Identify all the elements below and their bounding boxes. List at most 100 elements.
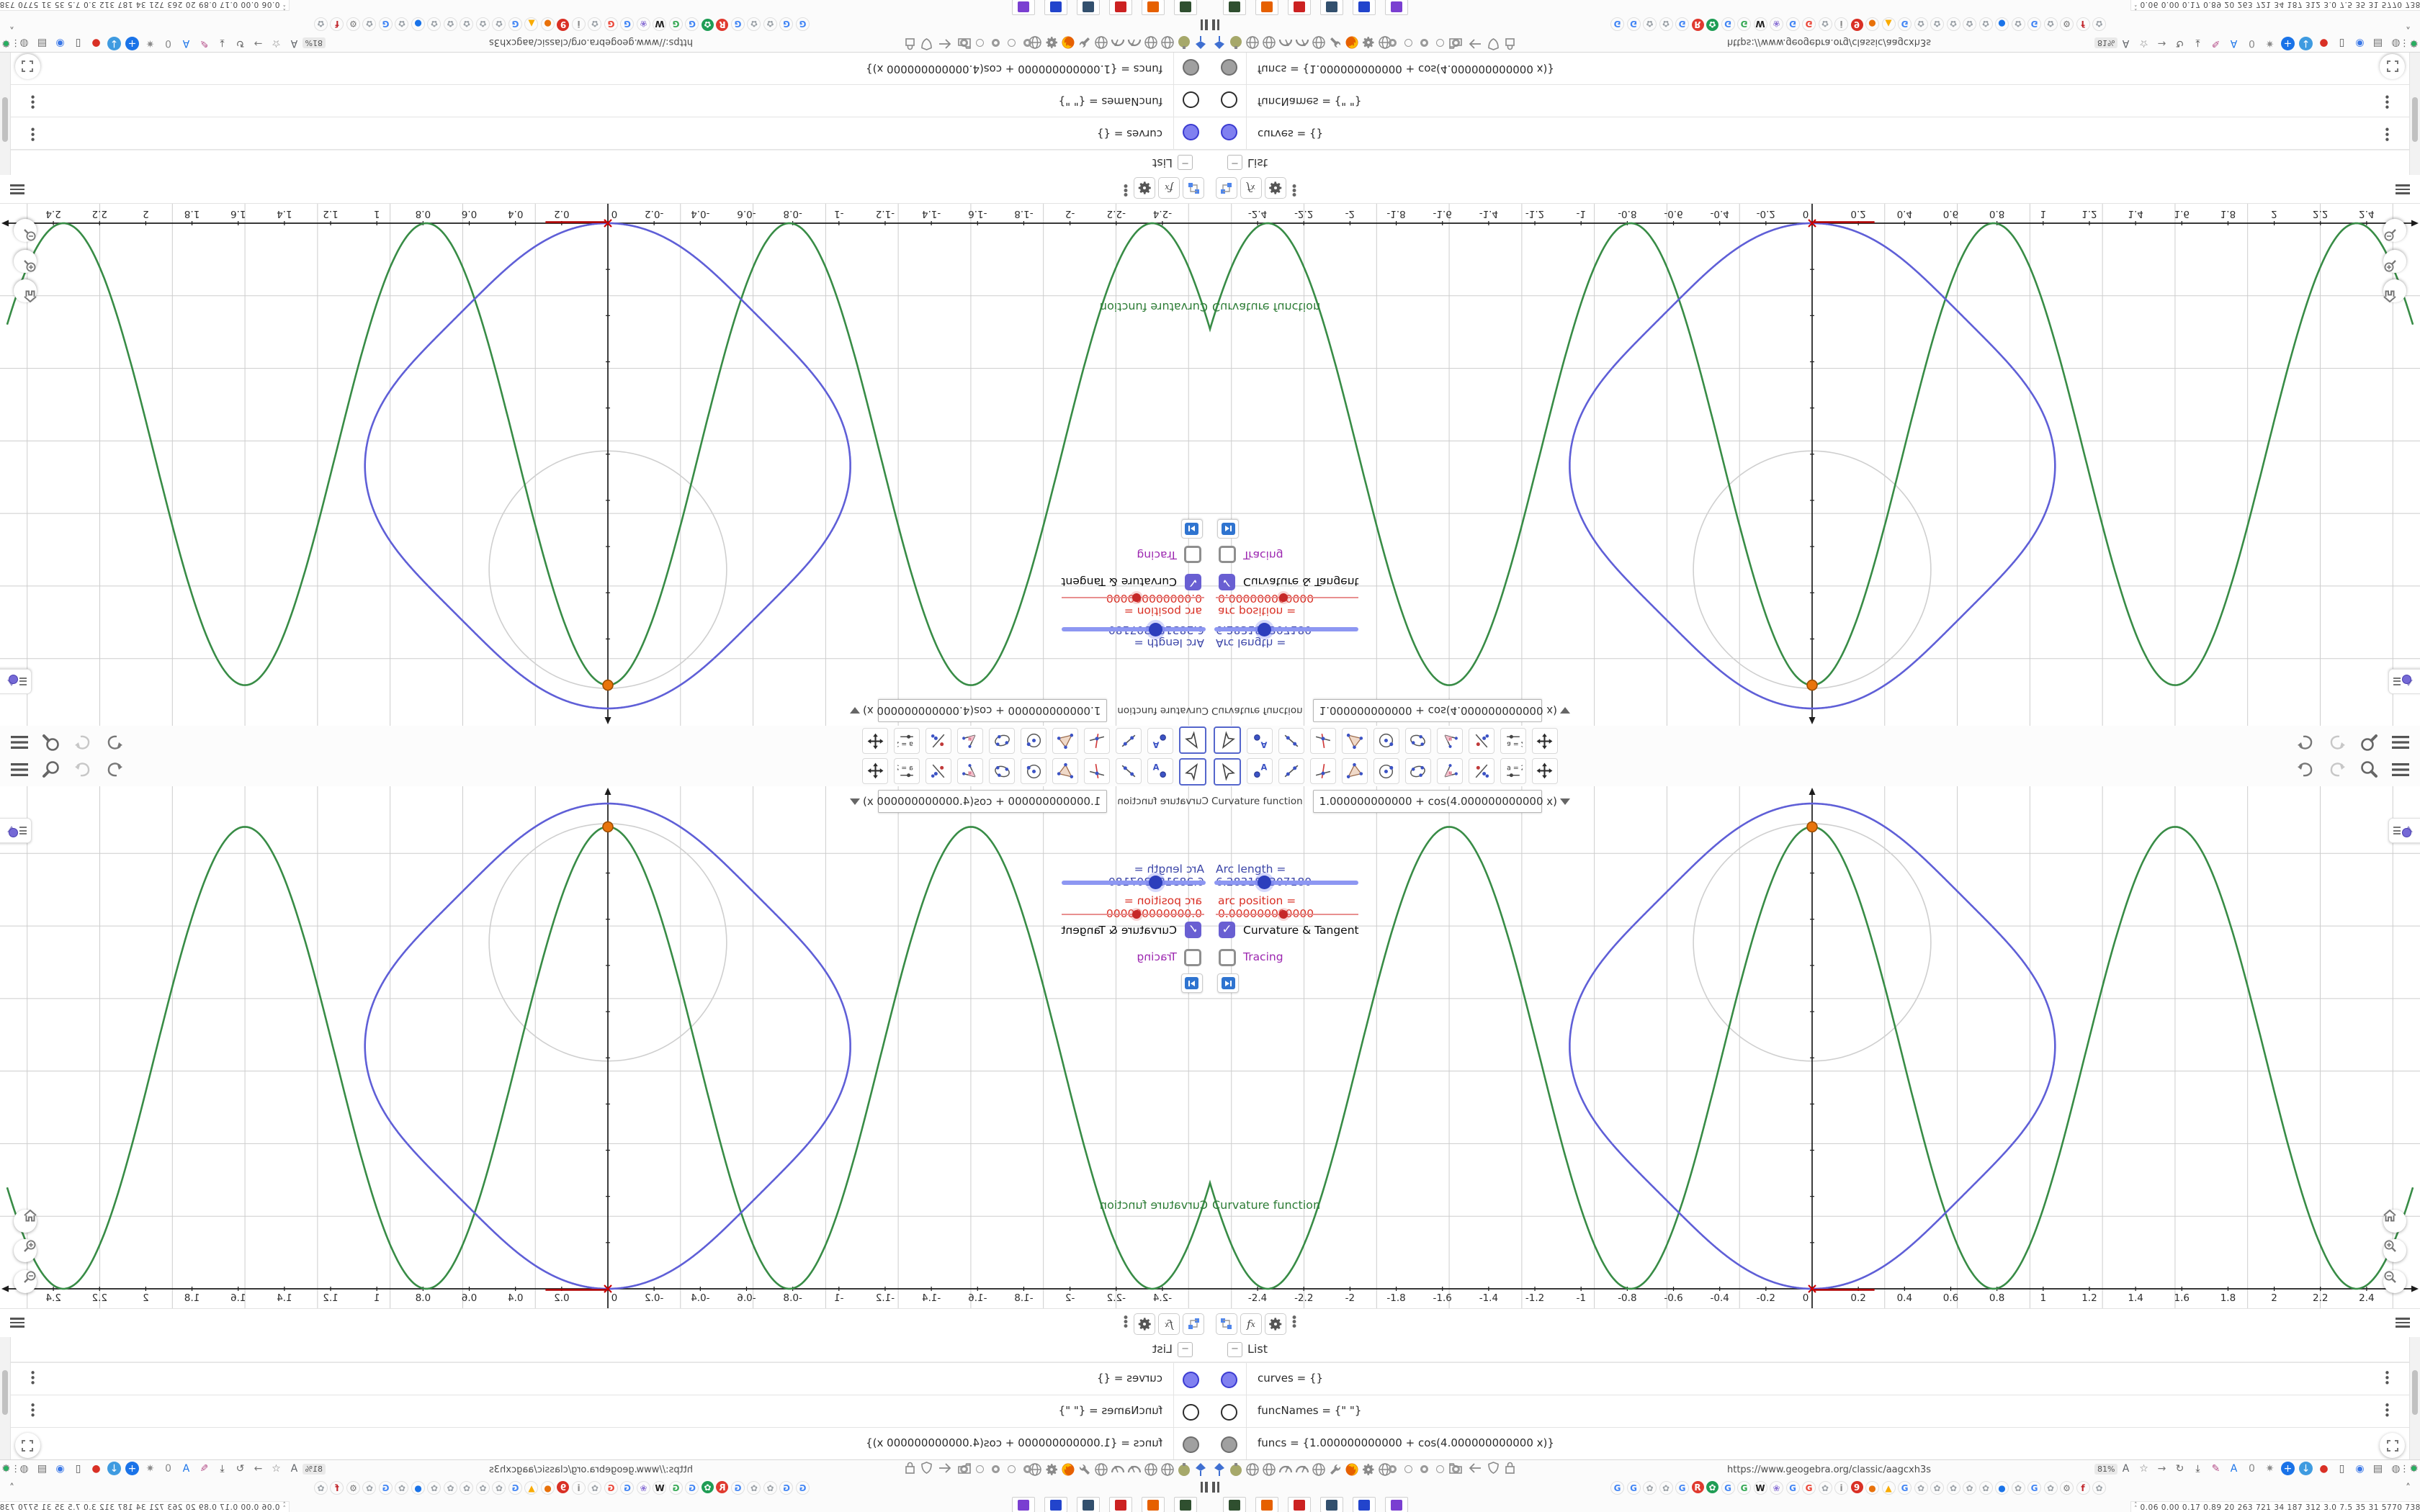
algebra-row[interactable]: funcNames = {" "} • • • <box>1210 84 2420 117</box>
search-icon[interactable] <box>40 759 62 780</box>
browser-action-icon[interactable]: A <box>2119 37 2133 50</box>
scrollbar[interactable] <box>2409 1337 2420 1459</box>
browser-action-icon[interactable]: ↓ <box>107 1462 121 1475</box>
scrollbar[interactable] <box>0 1337 11 1459</box>
gauge-icon[interactable] <box>1126 1462 1142 1477</box>
firefox-icon[interactable] <box>1344 35 1360 50</box>
browser-action-icon[interactable]: ✷ <box>2263 1462 2277 1475</box>
tool-circle-button[interactable] <box>1373 728 1399 754</box>
browser-action-icon[interactable]: ⤓ <box>215 37 229 50</box>
visibility-toggle[interactable] <box>1183 91 1199 108</box>
tool-move-graphics-view-button[interactable] <box>1532 758 1558 784</box>
browser-action-icon[interactable]: ◉ <box>53 1462 67 1475</box>
extension-icon[interactable] <box>1077 1497 1100 1512</box>
back-arrow-icon[interactable] <box>938 39 951 50</box>
algebra-row[interactable]: funcNames = {" "} • • • <box>0 84 1210 117</box>
zoom-out-button[interactable] <box>14 219 37 242</box>
gear-icon[interactable] <box>1361 35 1376 50</box>
undo-icon[interactable] <box>2295 732 2316 753</box>
tab-favicon[interactable]: ✿ <box>427 1481 442 1495</box>
visibility-toggle[interactable] <box>1221 1404 1237 1421</box>
gear-icon[interactable] <box>1134 1313 1155 1335</box>
visibility-toggle[interactable] <box>1183 1404 1199 1421</box>
browser-action-icon[interactable]: + <box>125 1462 139 1475</box>
tool-reflect-button[interactable] <box>1469 728 1494 754</box>
browser-action-icon[interactable]: ▯ <box>2335 1462 2349 1475</box>
tab-favicon[interactable]: ✿ <box>1930 17 1944 31</box>
globe-icon[interactable] <box>1143 1462 1159 1477</box>
browser-action-icon[interactable]: A <box>287 37 301 50</box>
browser-action-icon[interactable]: ↻ <box>2173 37 2187 50</box>
globe-icon[interactable] <box>1160 35 1175 50</box>
tab-favicon[interactable]: 9 <box>557 19 570 31</box>
extension-icon[interactable] <box>1223 1497 1246 1512</box>
tool-perpendicular-line-button[interactable] <box>1084 758 1110 784</box>
kebab-menu-icon[interactable]: • • • <box>1291 1313 1298 1333</box>
tab-favicon[interactable]: ● <box>1865 1481 1879 1495</box>
tab-favicon[interactable]: f <box>2076 1481 2090 1495</box>
algebra-row[interactable]: curves = {} • • • <box>1210 1362 2420 1395</box>
tab-favicon[interactable]: G <box>1610 17 1624 31</box>
globe-icon[interactable] <box>1311 35 1327 50</box>
browser-action-icon[interactable]: ✷ <box>143 37 157 50</box>
browser-action-icon[interactable]: ☆ <box>2137 37 2151 50</box>
tool-reflect-button[interactable] <box>1469 758 1494 784</box>
arc-position-slider-knob[interactable] <box>1132 910 1141 919</box>
tool-move-button[interactable] <box>1179 726 1206 754</box>
tab-favicon[interactable]: ✿ <box>2092 1481 2106 1495</box>
extension-icon[interactable] <box>1109 0 1132 15</box>
visibility-toggle[interactable] <box>1183 124 1199 140</box>
tab-favicon[interactable]: ● <box>1865 17 1879 31</box>
collapse-list-button[interactable]: − <box>1227 1342 1242 1357</box>
pin-icon[interactable] <box>1211 1462 1227 1477</box>
chevrons-icon[interactable]: ˄ ˄ <box>2134 1503 2138 1512</box>
tab-favicon[interactable]: G <box>1626 17 1641 31</box>
wrench-icon[interactable] <box>1077 1462 1093 1477</box>
kebab-menu-icon[interactable]: • • • <box>1122 1311 1129 1334</box>
play-pause-button[interactable] <box>1181 973 1203 993</box>
zoom-out-button[interactable] <box>2383 219 2406 242</box>
tool-circle-button[interactable] <box>1021 728 1047 754</box>
tool-line-button[interactable] <box>1278 728 1304 754</box>
tab-favicon[interactable]: G <box>1721 17 1735 31</box>
algebra-row[interactable]: funcNames = {" "} • • • <box>1210 1395 2420 1428</box>
visibility-toggle[interactable] <box>1221 124 1237 140</box>
tab-favicon[interactable]: ✿ <box>763 17 777 31</box>
tab-favicon[interactable]: ✿ <box>1930 1481 1944 1495</box>
globe-icon[interactable] <box>1093 1462 1109 1477</box>
play-pause-button[interactable] <box>1217 519 1239 539</box>
url-bar[interactable]: https://www.geogebra.org/classic/aagcxh3… <box>489 37 693 48</box>
extension-icon[interactable] <box>1353 1497 1376 1512</box>
zoom-level-badge[interactable]: 81% <box>2094 37 2118 48</box>
browser-action-icon[interactable]: → <box>2155 1462 2169 1475</box>
visibility-toggle[interactable] <box>1221 1436 1237 1453</box>
tab-favicon[interactable]: G <box>379 17 393 31</box>
fullscreen-button[interactable] <box>15 54 40 79</box>
firefox-icon[interactable] <box>1344 1462 1360 1477</box>
chevrons-icon[interactable]: ˄ ˄ <box>283 1502 287 1512</box>
gauge-icon[interactable] <box>1110 35 1126 50</box>
extension-icon[interactable] <box>1012 0 1035 15</box>
scrollbar-thumb[interactable] <box>2 1370 8 1415</box>
olive-icon[interactable] <box>1228 35 1244 50</box>
tab-favicon[interactable]: f <box>330 17 344 31</box>
browser-action-icon[interactable]: ◉ <box>2353 37 2367 50</box>
gauge-icon[interactable] <box>1294 35 1310 50</box>
tab-favicon[interactable]: ✿ <box>2043 1481 2058 1495</box>
browser-action-icon[interactable]: ▯ <box>71 1462 85 1475</box>
tab-favicon[interactable]: 9 <box>557 1481 570 1493</box>
tab-favicon[interactable]: ▲ <box>524 17 539 31</box>
browser-action-icon[interactable]: ✎ <box>2209 1462 2223 1475</box>
tab-favicon[interactable]: ● <box>411 17 425 31</box>
extension-icon[interactable] <box>1353 0 1376 15</box>
browser-action-icon[interactable]: A <box>2227 37 2241 50</box>
tab-favicon[interactable]: G <box>731 1481 745 1495</box>
scrollbar[interactable] <box>0 53 11 175</box>
extension-icon[interactable] <box>1320 1497 1343 1512</box>
arc-position-slider-knob[interactable] <box>1279 593 1288 602</box>
tab-favicon[interactable]: G <box>779 17 794 31</box>
browser-action-icon[interactable]: ↓ <box>107 37 121 50</box>
gear-icon[interactable] <box>1044 35 1059 50</box>
back-arrow-icon[interactable] <box>1469 1462 1482 1474</box>
tab-favicon[interactable]: ✿ <box>444 1481 457 1495</box>
